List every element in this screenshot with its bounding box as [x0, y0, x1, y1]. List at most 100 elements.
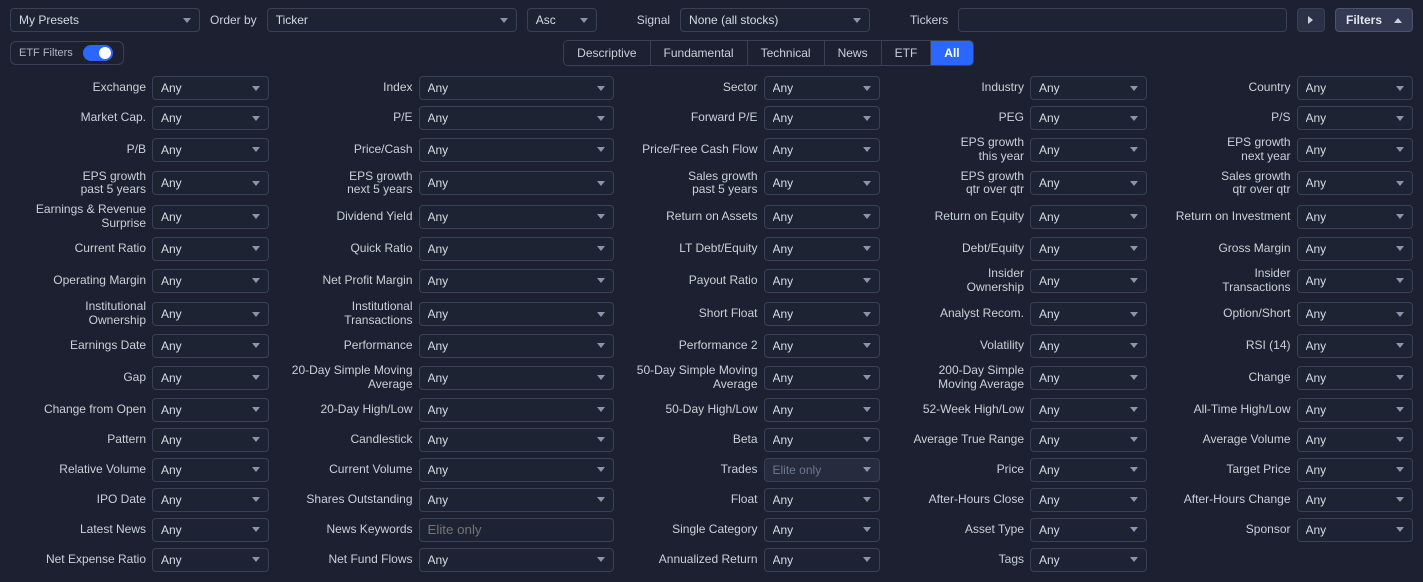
filter-select[interactable]: Any: [152, 488, 269, 512]
filter-select[interactable]: Any: [1297, 237, 1414, 261]
presets-select[interactable]: My Presets: [10, 8, 200, 32]
filter-select[interactable]: Any: [419, 76, 614, 100]
filter-select[interactable]: Any: [419, 398, 614, 422]
filter-select[interactable]: Any: [764, 398, 881, 422]
filter-select[interactable]: Any: [764, 518, 881, 542]
filter-select[interactable]: Any: [152, 171, 269, 195]
filter-select[interactable]: Any: [1030, 138, 1147, 162]
filter-select[interactable]: Any: [419, 269, 614, 293]
filter-select[interactable]: Any: [764, 548, 881, 572]
filter-select[interactable]: Any: [152, 205, 269, 229]
filter-select[interactable]: Any: [764, 269, 881, 293]
tickers-input[interactable]: [958, 8, 1287, 32]
filter-input[interactable]: [419, 518, 614, 542]
filter-select[interactable]: Any: [1297, 171, 1414, 195]
filter-select[interactable]: Any: [419, 205, 614, 229]
orderdir-select[interactable]: Asc: [527, 8, 597, 32]
tab-technical[interactable]: Technical: [748, 41, 825, 65]
filter-select[interactable]: Any: [1030, 205, 1147, 229]
filter-select[interactable]: Any: [152, 518, 269, 542]
filter-select[interactable]: Any: [1297, 458, 1414, 482]
tab-news[interactable]: News: [825, 41, 882, 65]
filter-select[interactable]: Any: [764, 205, 881, 229]
filter-select[interactable]: Any: [1030, 366, 1147, 390]
tickers-go-button[interactable]: [1297, 8, 1325, 32]
filter-select[interactable]: Any: [1030, 237, 1147, 261]
filter-select[interactable]: Any: [764, 334, 881, 358]
filter-select[interactable]: Any: [419, 106, 614, 130]
chevron-down-icon: [252, 497, 260, 502]
filter-select[interactable]: Any: [419, 302, 614, 326]
filter-select[interactable]: Any: [419, 488, 614, 512]
filter-select[interactable]: Any: [764, 302, 881, 326]
filter-select[interactable]: Any: [764, 237, 881, 261]
filter-select[interactable]: Any: [1297, 334, 1414, 358]
filter-select[interactable]: Any: [419, 138, 614, 162]
filter-select[interactable]: Any: [764, 366, 881, 390]
filter-select[interactable]: Any: [152, 366, 269, 390]
filter-select[interactable]: Any: [1297, 488, 1414, 512]
filters-toggle-button[interactable]: Filters: [1335, 8, 1413, 32]
filter-select[interactable]: Any: [764, 428, 881, 452]
tab-descriptive[interactable]: Descriptive: [564, 41, 650, 65]
filter-select[interactable]: Elite only: [764, 458, 881, 482]
chevron-down-icon: [863, 116, 871, 121]
filter-select[interactable]: Any: [152, 138, 269, 162]
filter-cell: Single CategoryAny: [622, 518, 881, 542]
filter-select[interactable]: Any: [1030, 269, 1147, 293]
tab-fundamental[interactable]: Fundamental: [651, 41, 748, 65]
etf-filters-toggle[interactable]: [83, 45, 113, 61]
signal-select[interactable]: None (all stocks): [680, 8, 870, 32]
filter-select[interactable]: Any: [1297, 76, 1414, 100]
filter-select[interactable]: Any: [1030, 76, 1147, 100]
filter-select[interactable]: Any: [152, 106, 269, 130]
filter-select[interactable]: Any: [764, 488, 881, 512]
filter-select[interactable]: Any: [419, 548, 614, 572]
filter-select[interactable]: Any: [152, 302, 269, 326]
filter-select[interactable]: Any: [1297, 269, 1414, 293]
filter-select[interactable]: Any: [1297, 106, 1414, 130]
filter-select[interactable]: Any: [1297, 205, 1414, 229]
filter-select[interactable]: Any: [419, 458, 614, 482]
tab-all[interactable]: All: [931, 41, 972, 65]
filter-select[interactable]: Any: [1297, 428, 1414, 452]
filter-select[interactable]: Any: [419, 366, 614, 390]
filter-select[interactable]: Any: [152, 76, 269, 100]
filter-select[interactable]: Any: [419, 428, 614, 452]
filter-select[interactable]: Any: [152, 269, 269, 293]
filter-select[interactable]: Any: [1030, 302, 1147, 326]
filter-select[interactable]: Any: [419, 237, 614, 261]
filter-select[interactable]: Any: [152, 237, 269, 261]
filter-select[interactable]: Any: [152, 428, 269, 452]
filter-select[interactable]: Any: [764, 138, 881, 162]
filter-select[interactable]: Any: [1030, 334, 1147, 358]
filter-select[interactable]: Any: [764, 76, 881, 100]
chevron-down-icon: [863, 407, 871, 412]
filter-select[interactable]: Any: [764, 106, 881, 130]
filter-select[interactable]: Any: [152, 548, 269, 572]
filter-select[interactable]: Any: [1297, 398, 1414, 422]
filter-select[interactable]: Any: [1297, 138, 1414, 162]
filter-select[interactable]: Any: [1030, 458, 1147, 482]
filter-select[interactable]: Any: [152, 458, 269, 482]
filter-label: Average True Range: [888, 433, 1024, 447]
filter-select[interactable]: Any: [419, 334, 614, 358]
orderby-select[interactable]: Ticker: [267, 8, 517, 32]
filter-select[interactable]: Any: [1297, 366, 1414, 390]
filter-select[interactable]: Any: [1030, 518, 1147, 542]
filter-select[interactable]: Any: [1030, 428, 1147, 452]
filter-select[interactable]: Any: [1030, 488, 1147, 512]
filter-select[interactable]: Any: [152, 334, 269, 358]
tab-etf[interactable]: ETF: [882, 41, 932, 65]
filter-select[interactable]: Any: [1030, 106, 1147, 130]
filter-select[interactable]: Any: [1030, 548, 1147, 572]
filter-select[interactable]: Any: [1030, 171, 1147, 195]
chevron-down-icon: [1396, 214, 1404, 219]
filter-select[interactable]: Any: [1297, 302, 1414, 326]
filter-select[interactable]: Any: [764, 171, 881, 195]
filter-select[interactable]: Any: [1030, 398, 1147, 422]
filter-select[interactable]: Any: [152, 398, 269, 422]
filter-label: RSI (14): [1155, 339, 1291, 353]
filter-select[interactable]: Any: [419, 171, 614, 195]
filter-select[interactable]: Any: [1297, 518, 1414, 542]
